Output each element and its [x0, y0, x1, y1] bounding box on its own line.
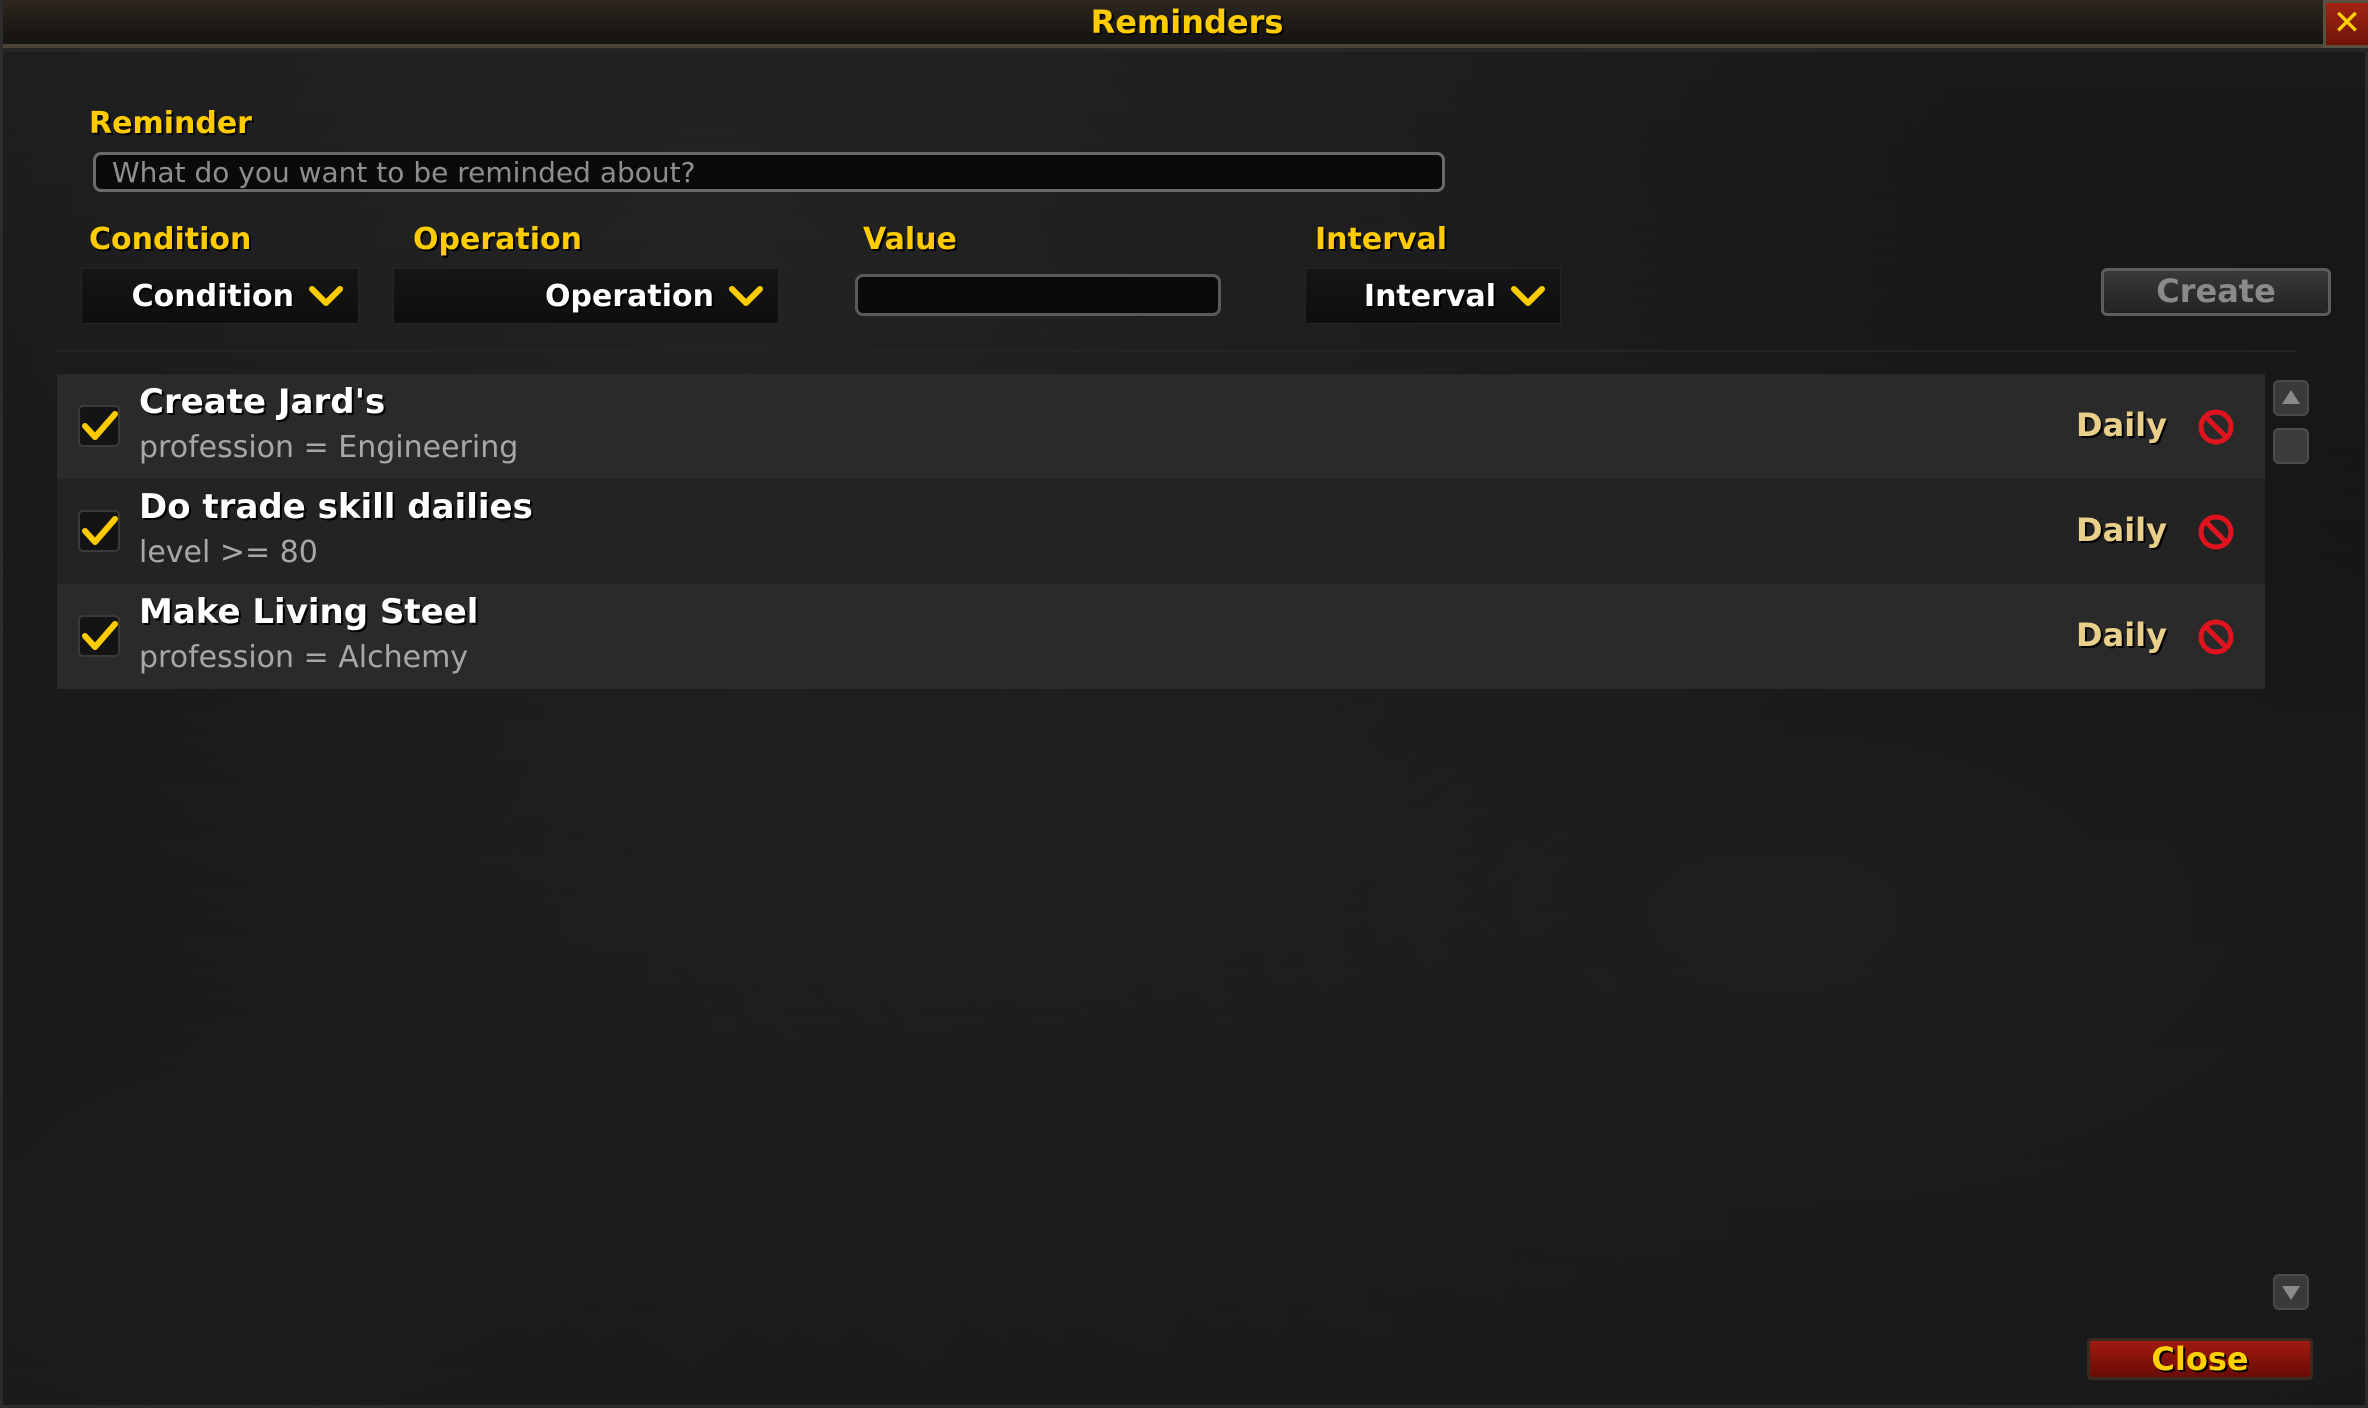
condition-dropdown-value: Condition — [131, 278, 294, 314]
operation-dropdown-value: Operation — [545, 278, 714, 314]
reminder-row[interactable]: Do trade skill dailies level >= 80 Daily — [57, 479, 2265, 584]
interval-label: Interval — [1315, 222, 1448, 257]
form-divider — [57, 350, 2297, 352]
reminder-list: Create Jard's profession = Engineering D… — [57, 374, 2265, 689]
condition-dropdown[interactable]: Condition — [81, 268, 359, 324]
scroll-up-arrow-icon — [2282, 390, 2300, 404]
operation-label: Operation — [413, 222, 582, 257]
checkmark-icon[interactable] — [77, 509, 121, 553]
reminder-label: Reminder — [89, 106, 252, 141]
reminder-condition: level >= 80 — [139, 535, 318, 570]
reminder-title: Create Jard's — [139, 382, 386, 422]
reminder-row[interactable]: Create Jard's profession = Engineering D… — [57, 374, 2265, 479]
interval-dropdown-value: Interval — [1363, 278, 1496, 314]
reminder-condition: profession = Engineering — [139, 430, 519, 465]
chevron-down-icon — [1511, 286, 1545, 306]
title-bar[interactable]: Reminders ✕ — [3, 0, 2368, 52]
close-x-icon: ✕ — [2332, 3, 2362, 43]
checkmark-icon[interactable] — [77, 404, 121, 448]
reminder-interval: Daily — [2076, 511, 2167, 549]
reminder-interval: Daily — [2076, 616, 2167, 654]
reminder-interval: Daily — [2076, 406, 2167, 444]
value-input[interactable] — [855, 274, 1221, 316]
no-entry-icon[interactable] — [2197, 408, 2235, 446]
scroll-down-button[interactable] — [2273, 1274, 2309, 1310]
close-button[interactable]: Close — [2087, 1338, 2313, 1380]
no-entry-icon[interactable] — [2197, 513, 2235, 551]
no-entry-icon[interactable] — [2197, 618, 2235, 656]
close-window-button[interactable]: ✕ — [2323, 0, 2368, 48]
reminder-input[interactable] — [93, 152, 1445, 192]
window-title: Reminders — [1090, 3, 1284, 41]
scrollbar-thumb[interactable] — [2273, 428, 2309, 464]
interval-dropdown[interactable]: Interval — [1305, 268, 1561, 324]
checkmark-icon[interactable] — [77, 614, 121, 658]
operation-dropdown[interactable]: Operation — [393, 268, 779, 324]
create-button[interactable]: Create — [2101, 268, 2331, 316]
value-label: Value — [863, 222, 957, 257]
reminder-title: Do trade skill dailies — [139, 487, 533, 527]
reminder-title: Make Living Steel — [139, 592, 479, 632]
chevron-down-icon — [309, 286, 343, 306]
reminder-row[interactable]: Make Living Steel profession = Alchemy D… — [57, 584, 2265, 689]
condition-label: Condition — [89, 222, 252, 257]
chevron-down-icon — [729, 286, 763, 306]
scroll-up-button[interactable] — [2273, 380, 2309, 416]
scroll-down-arrow-icon — [2282, 1286, 2300, 1300]
reminder-condition: profession = Alchemy — [139, 640, 469, 675]
reminders-window: Reminders ✕ Reminder Condition Operation… — [0, 0, 2368, 1408]
